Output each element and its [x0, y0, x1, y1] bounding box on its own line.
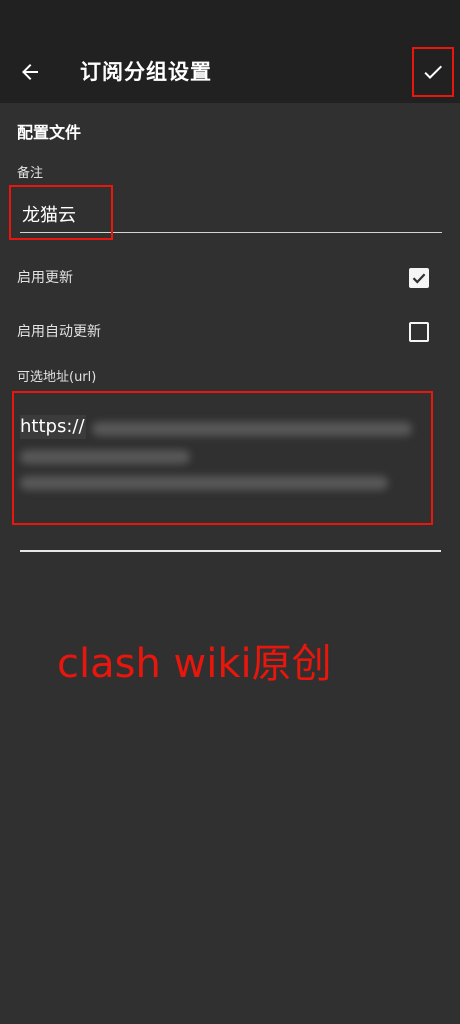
- confirm-button[interactable]: [412, 47, 454, 97]
- remark-label: 备注: [17, 166, 44, 181]
- checkbox-checked-icon: [412, 273, 426, 284]
- redacted-url-blur: [20, 450, 190, 464]
- url-label: 可选地址(url): [17, 370, 97, 385]
- enable-auto-update-checkbox[interactable]: [409, 322, 429, 342]
- section-title: 配置文件: [17, 123, 82, 142]
- url-input[interactable]: https://: [20, 410, 430, 520]
- status-bar: [0, 0, 460, 42]
- back-button[interactable]: [8, 50, 52, 94]
- redacted-url-blur: [92, 422, 412, 436]
- arrow-left-icon: [22, 64, 38, 80]
- url-underline: [20, 550, 441, 552]
- watermark-text: clash wiki原创: [57, 641, 332, 687]
- enable-auto-update-row[interactable]: 启用自动更新: [0, 312, 460, 352]
- enable-update-checkbox[interactable]: [409, 268, 429, 288]
- enable-auto-update-label: 启用自动更新: [17, 324, 101, 340]
- redacted-url-blur: [20, 476, 388, 490]
- remark-input[interactable]: [20, 196, 442, 233]
- check-icon: [424, 65, 442, 79]
- enable-update-row[interactable]: 启用更新: [0, 258, 460, 298]
- enable-update-label: 启用更新: [17, 270, 73, 286]
- app-bar: 订阅分组设置: [0, 42, 460, 103]
- url-value: https://: [20, 415, 86, 439]
- page-title: 订阅分组设置: [80, 60, 212, 84]
